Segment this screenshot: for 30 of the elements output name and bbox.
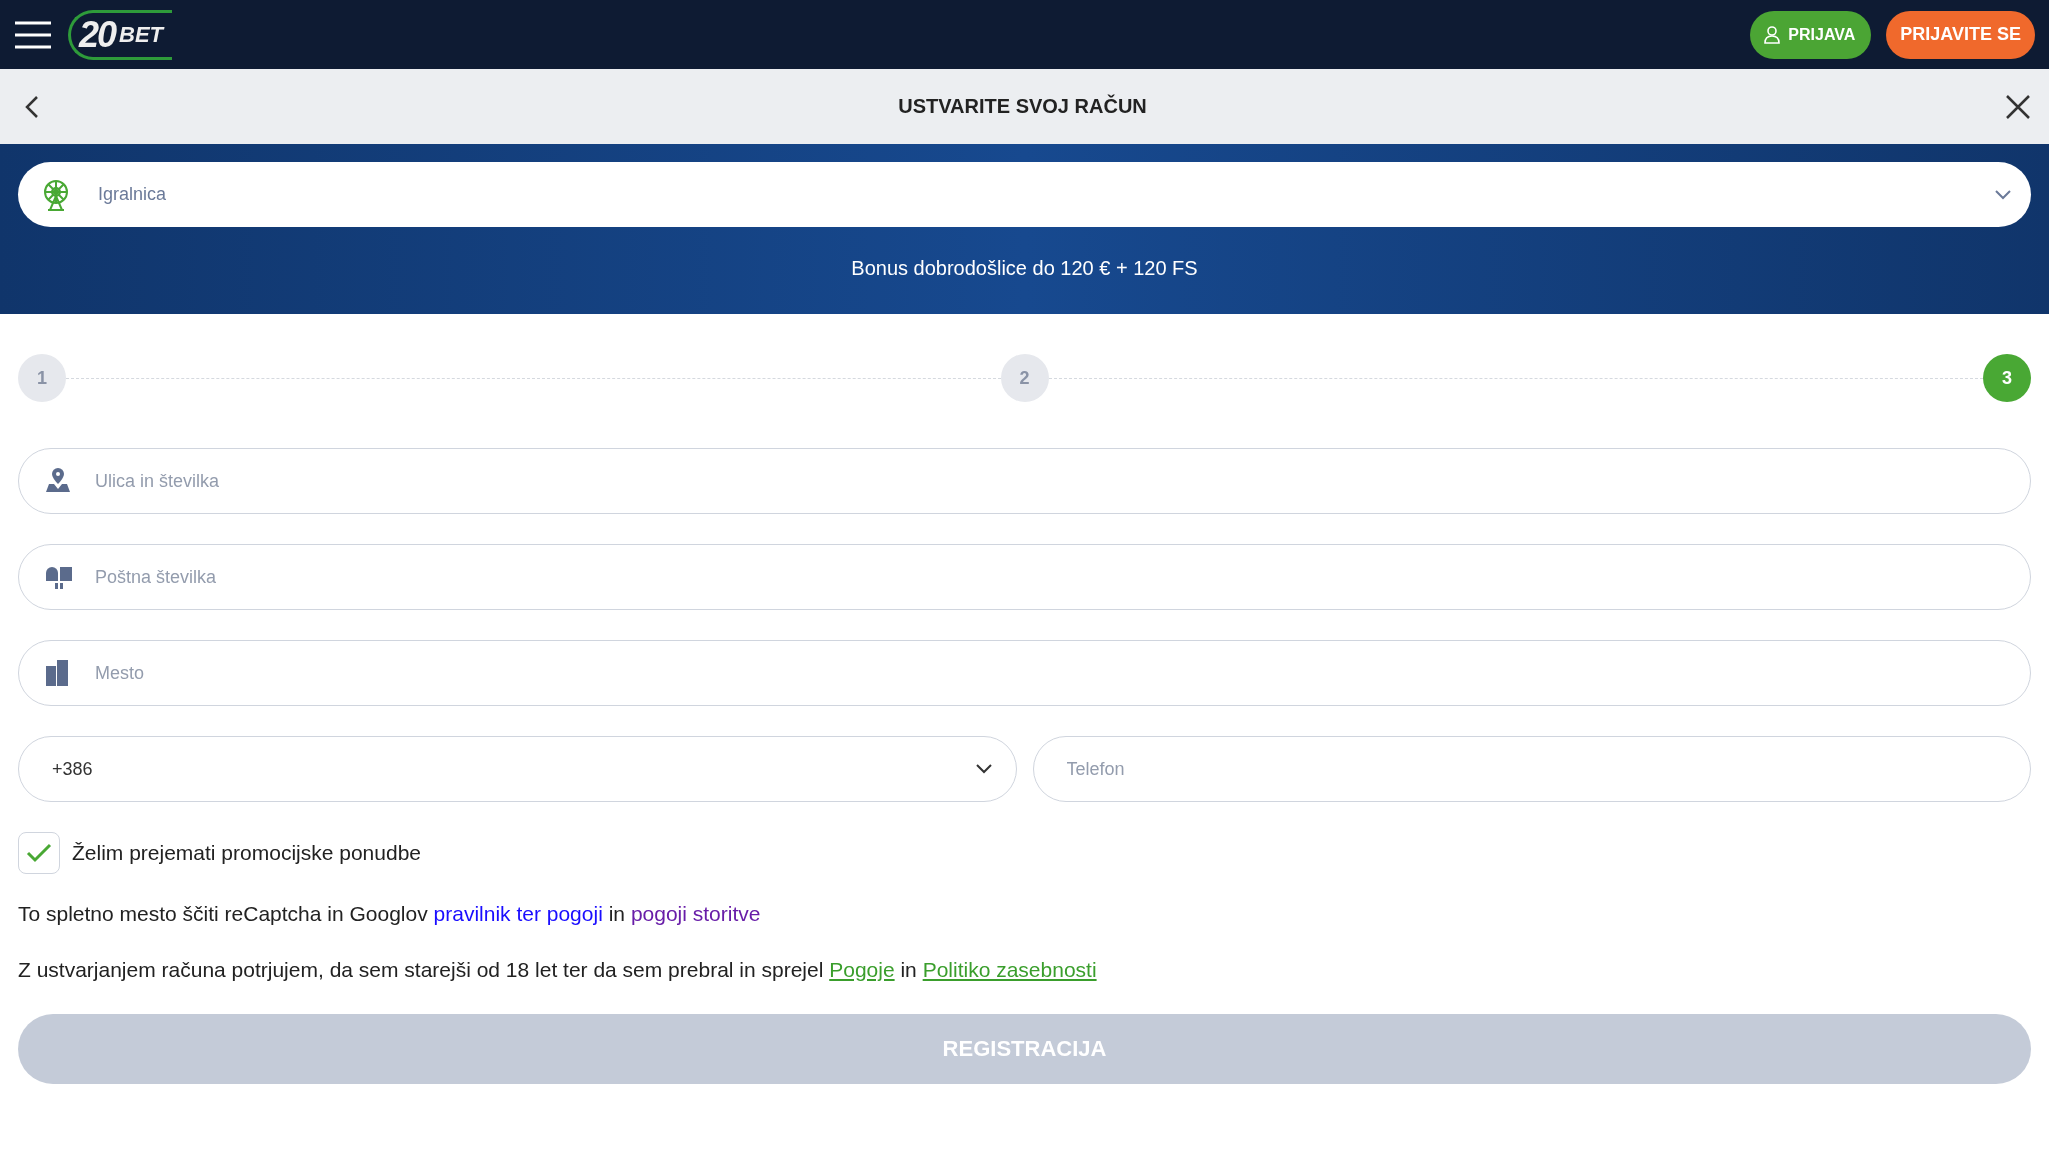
bonus-text: Bonus dobrodošlice do 120 € + 120 FS (850, 257, 1199, 280)
legal-text: To spletno mesto ščiti reCaptcha in Googlov (18, 902, 428, 925)
logo[interactable]: 20BET (68, 9, 172, 60)
signup-button[interactable]: PRIJAVITE SE (1886, 10, 2035, 59)
step-indicator: 1 (18, 354, 66, 402)
legal-text: in (900, 958, 917, 981)
terms-link[interactable]: pravilnik ter pogoji (433, 902, 603, 925)
input-field[interactable]: Ulica in številka (18, 448, 2031, 514)
checkmark-icon (26, 843, 52, 863)
promo-checkbox[interactable] (18, 832, 60, 874)
input-field[interactable]: Poštna številka (18, 544, 2031, 610)
legal-text: in (608, 902, 626, 925)
chevron-down-icon (1995, 189, 2011, 200)
close-icon[interactable] (2005, 93, 2031, 120)
checkbox-label: Želim prejemati promocijske ponudbe (72, 841, 421, 865)
user-icon (1764, 25, 1781, 44)
back-icon[interactable] (24, 94, 40, 119)
page-title: USTVARITE SVOJ RAČUN (898, 95, 1147, 118)
terms-link[interactable]: Pogoje (829, 958, 895, 981)
product-select[interactable]: Igralnica (18, 162, 2031, 227)
terms-link[interactable]: pogoji storitve (630, 902, 761, 925)
chevron-down-icon (975, 764, 992, 774)
step-indicator: 2 (1000, 354, 1049, 402)
terms-link[interactable]: Politiko zasebnosti (922, 958, 1097, 981)
step-indicator: 3 (1983, 354, 2031, 402)
phone-field[interactable]: Telefon (1032, 736, 2031, 802)
menu-icon[interactable] (14, 19, 52, 50)
login-button[interactable]: PRIJAVA (1750, 10, 1872, 59)
input-field[interactable]: Mesto (18, 640, 2031, 706)
legal-text: Z ustvarjanjem računa potrjujem, da sem starejši od 18 let ter da sem prebral in sprejel (18, 958, 824, 981)
